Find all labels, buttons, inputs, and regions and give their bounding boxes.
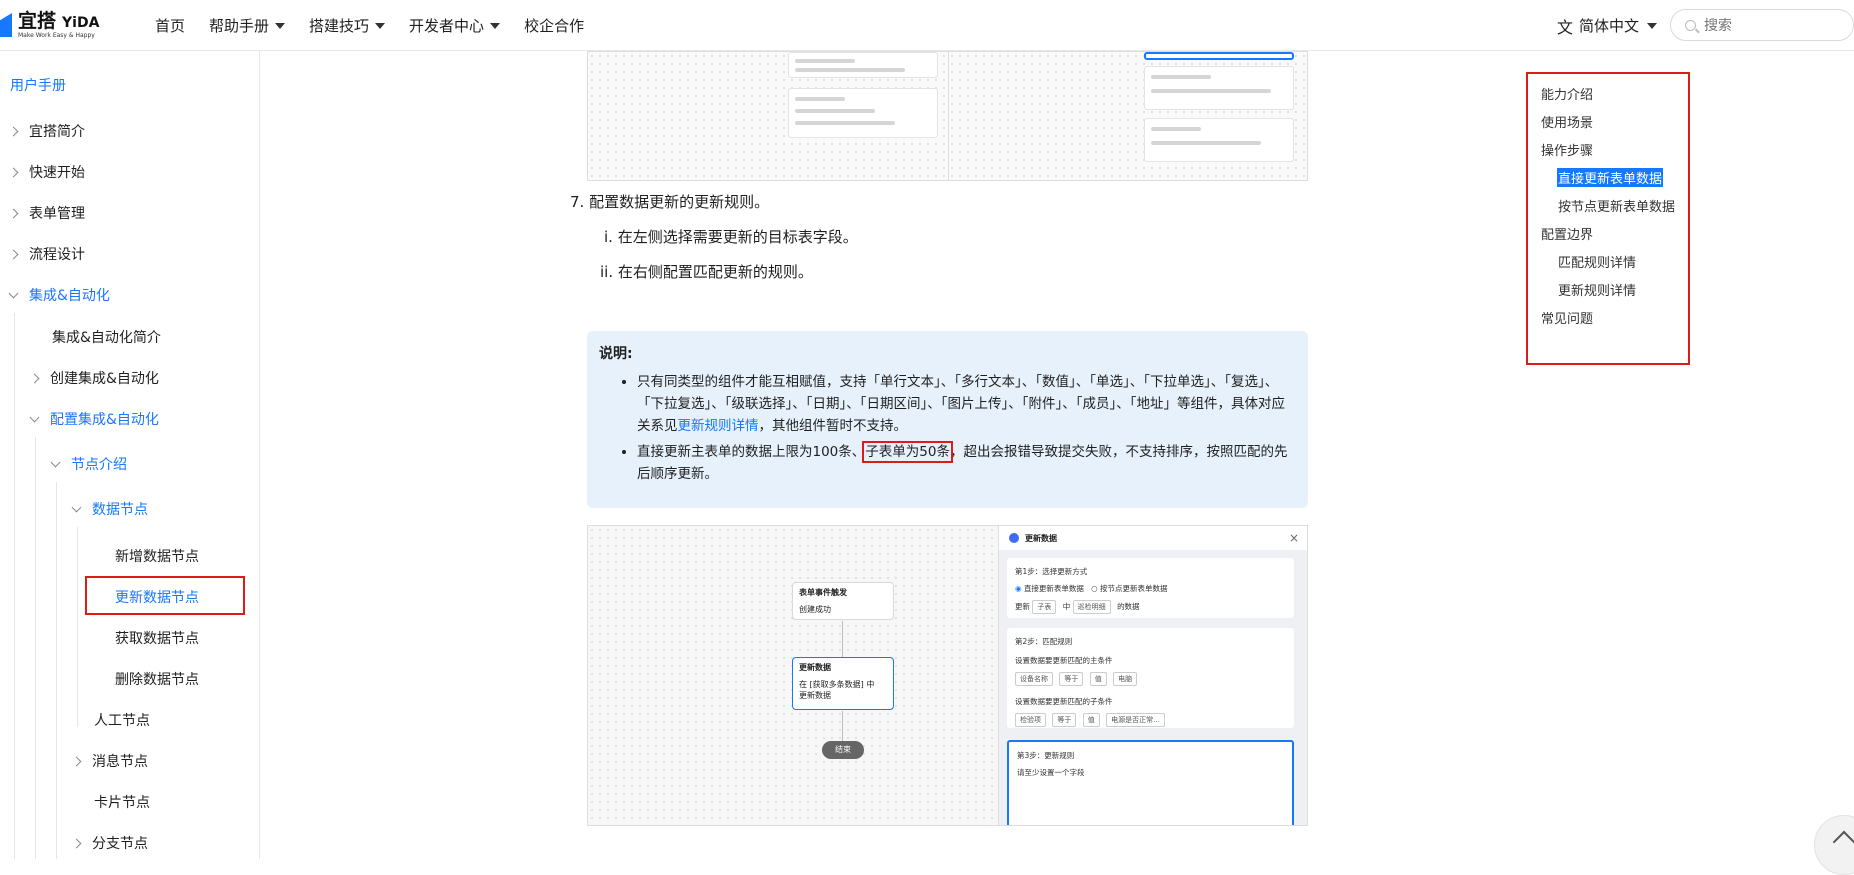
logo-mark-icon: [0, 13, 12, 37]
step2-card: 第2步：匹配规则 设置数据要更新匹配的主条件 设备名称 等于 值 电脑 设置数据…: [1007, 628, 1294, 728]
toc-item-direct-update[interactable]: 直接更新表单数据: [1557, 168, 1664, 187]
logo-subtitle: Make Work Easy & Happy: [18, 31, 95, 39]
toc-item-match-rule-details[interactable]: 匹配规则详情: [1558, 252, 1636, 271]
step1-card: 第1步：选择更新方式 ◉ 直接更新表单数据 ○ 按节点更新表单数据 更新 子表 …: [1007, 558, 1294, 618]
toc-item-faq[interactable]: 常见问题: [1541, 308, 1593, 327]
caret-down-icon: [275, 22, 286, 29]
chevron-right-icon: [71, 838, 82, 848]
note-bullet-2: 直接更新主表单的数据上限为100条、子表单为50条，超出会报错导致提交失败，不支…: [637, 441, 1296, 485]
logo-title: 宜搭: [18, 9, 57, 32]
substep-ii-text: ii. 在右侧配置匹配更新的规则。: [600, 263, 813, 281]
toc-item-config-boundaries[interactable]: 配置边界: [1541, 224, 1593, 243]
chevron-right-icon: [8, 249, 19, 259]
note-bullet-1: 只有同类型的组件才能互相赋值，支持「单行文本」、「多行文本」、「数值」、「单选」…: [637, 371, 1296, 437]
tree-guide-line: [77, 527, 78, 727]
nav-build-tips[interactable]: 搭建技巧: [309, 15, 386, 36]
end-node: 结束: [822, 741, 864, 759]
chevron-down-icon: [50, 457, 61, 467]
sidebar-item-manual-node[interactable]: 人工节点: [94, 710, 150, 730]
sidebar-item-add-data-node[interactable]: 新增数据节点: [115, 546, 199, 566]
sidebar-item-card-node[interactable]: 卡片节点: [94, 792, 150, 812]
sidebar-item-configure-integration[interactable]: 配置集成&自动化: [29, 409, 159, 429]
toc-item-node-update[interactable]: 按节点更新表单数据: [1558, 196, 1675, 215]
translate-icon: 文: [1557, 17, 1574, 37]
top-navigation-bar: 宜搭 YiDA Make Work Easy & Happy 首页 帮助手册 搭建…: [0, 0, 1854, 51]
nav-school-cooperation[interactable]: 校企合作: [524, 15, 584, 36]
sidebar: 用户手册 宜搭简介 快速开始 表单管理 流程设计 集成&自动化 集成&自动化简介…: [0, 51, 260, 859]
chevron-down-icon: [29, 412, 40, 422]
caret-down-icon: [1647, 22, 1658, 29]
update-data-panel: 更新数据 × 第1步：选择更新方式 ◉ 直接更新表单数据 ○ 按节点更新表单数据…: [998, 526, 1307, 825]
doc-screenshot-update-data: 表单事件触发 创建成功 更新数据 在 [获取多条数据] 中更新数据 结束 更新数…: [587, 525, 1308, 826]
substep-i-text: i. 在左侧选择需要更新的目标表字段。: [604, 228, 858, 246]
caret-down-icon: [490, 22, 501, 29]
close-icon: ×: [1288, 531, 1299, 545]
chevron-down-icon: [8, 288, 19, 298]
language-selector[interactable]: 文 简体中文: [1557, 0, 1658, 51]
note-callout: 说明: 只有同类型的组件才能互相赋值，支持「单行文本」、「多行文本」、「数值」、…: [587, 331, 1308, 508]
search-input[interactable]: [1704, 17, 1824, 33]
sidebar-item-integration[interactable]: 集成&自动化: [8, 285, 110, 305]
chevron-right-icon: [8, 167, 19, 177]
sidebar-item-get-data-node[interactable]: 获取数据节点: [115, 628, 199, 648]
sidebar-item-form-management[interactable]: 表单管理: [8, 203, 85, 223]
step3-card: 第3步：更新规则 请至少设置一个字段: [1007, 740, 1294, 825]
caret-down-icon: [375, 22, 386, 29]
panel-icon: [1009, 533, 1019, 543]
note-title: 说明:: [599, 346, 633, 362]
trigger-node: 表单事件触发 创建成功: [792, 582, 894, 620]
sidebar-item-update-data-node[interactable]: 更新数据节点: [115, 587, 199, 607]
tree-guide-line: [35, 437, 36, 859]
sidebar-item-yida-intro[interactable]: 宜搭简介: [8, 121, 85, 141]
nav-developer-center[interactable]: 开发者中心: [409, 15, 501, 36]
doc-screenshot-top: [587, 51, 1308, 181]
toc-item-update-rule-details[interactable]: 更新规则详情: [1558, 280, 1636, 299]
yida-logo[interactable]: 宜搭 YiDA Make Work Easy & Happy: [0, 8, 99, 42]
step-7-text: 7. 配置数据更新的更新规则。: [570, 193, 770, 211]
highlighted-subform-limit: 子表单为50条: [862, 441, 953, 463]
chevron-right-icon: [29, 373, 40, 383]
chevron-right-icon: [8, 208, 19, 218]
logo-brand: YiDA: [62, 14, 100, 31]
table-of-contents: 能力介绍 使用场景 操作步骤 直接更新表单数据 按节点更新表单数据 配置边界 匹…: [1526, 72, 1690, 365]
toc-item-use-cases[interactable]: 使用场景: [1541, 112, 1593, 131]
search-icon: [1685, 19, 1696, 31]
tree-guide-line: [56, 482, 57, 859]
sidebar-item-process-design[interactable]: 流程设计: [8, 244, 85, 264]
nav-home[interactable]: 首页: [155, 15, 185, 36]
update-data-node: 更新数据 在 [获取多条数据] 中更新数据: [792, 657, 894, 710]
sidebar-item-delete-data-node[interactable]: 删除数据节点: [115, 669, 199, 689]
sidebar-item-data-node[interactable]: 数据节点: [71, 499, 148, 519]
tree-guide-line: [14, 313, 15, 859]
sidebar-item-message-node[interactable]: 消息节点: [71, 751, 148, 771]
chevron-right-icon: [8, 126, 19, 136]
sidebar-item-node-intro[interactable]: 节点介绍: [50, 454, 127, 474]
sidebar-title[interactable]: 用户手册: [10, 75, 66, 95]
update-rule-details-link[interactable]: 更新规则详情: [678, 418, 759, 434]
toc-item-capability-intro[interactable]: 能力介绍: [1541, 84, 1593, 103]
toc-item-steps[interactable]: 操作步骤: [1541, 140, 1593, 159]
sidebar-item-create-integration[interactable]: 创建集成&自动化: [29, 368, 159, 388]
back-to-top-button[interactable]: [1814, 815, 1854, 875]
main-nav: 首页 帮助手册 搭建技巧 开发者中心 校企合作: [155, 0, 584, 51]
sidebar-item-branch-node[interactable]: 分支节点: [71, 833, 148, 853]
nav-help-manual[interactable]: 帮助手册: [209, 15, 286, 36]
sidebar-item-integration-intro[interactable]: 集成&自动化简介: [52, 327, 161, 347]
chevron-right-icon: [71, 756, 82, 766]
chevron-down-icon: [71, 502, 82, 512]
sidebar-item-quick-start[interactable]: 快速开始: [8, 162, 85, 182]
main-content: 7. 配置数据更新的更新规则。 i. 在左侧选择需要更新的目标表字段。 ii. …: [260, 51, 1520, 859]
search-box[interactable]: [1670, 9, 1854, 41]
language-label: 简体中文: [1579, 17, 1640, 35]
